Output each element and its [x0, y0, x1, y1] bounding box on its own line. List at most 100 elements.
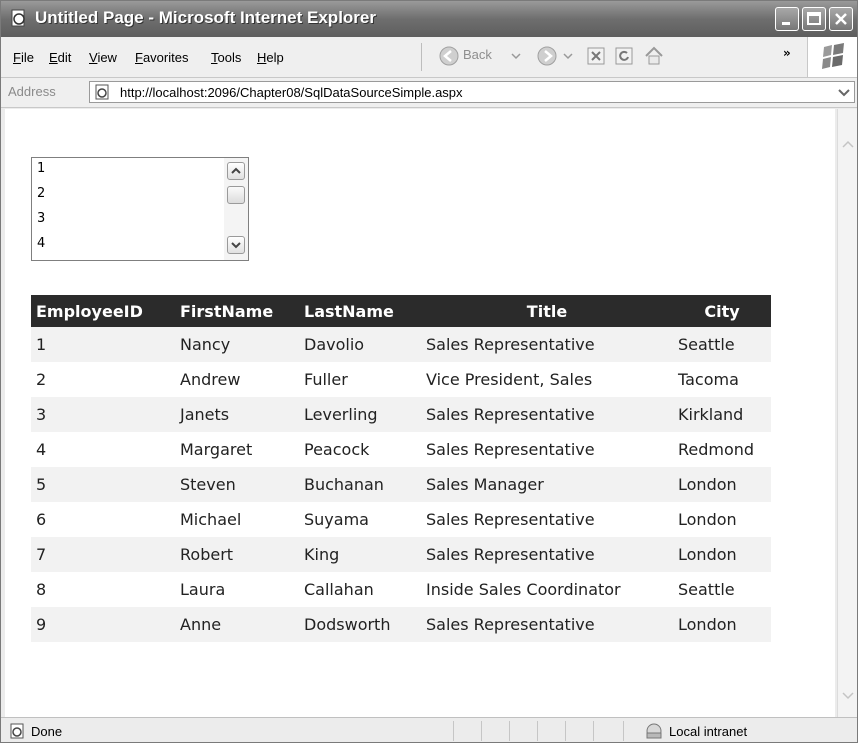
close-button[interactable] [829, 7, 853, 31]
cell-firstname: Janets [175, 397, 299, 432]
cell-employeeid: 7 [31, 537, 175, 572]
back-dropdown-icon[interactable] [511, 51, 521, 61]
cell-firstname: Andrew [175, 362, 299, 397]
cell-lastname: Buchanan [299, 467, 421, 502]
column-header-firstname: FirstName [175, 295, 299, 327]
menu-favorites[interactable]: Favorites [135, 50, 188, 65]
menu-file[interactable]: File [13, 50, 34, 65]
windows-logo [807, 37, 857, 77]
maximize-button[interactable] [802, 7, 826, 31]
security-zone-label: Local intranet [669, 724, 748, 739]
back-button[interactable]: Back [463, 47, 492, 62]
cell-title: Sales Representative [421, 397, 673, 432]
title-bar[interactable]: Untitled Page - Microsoft Internet Explo… [1, 1, 857, 37]
home-icon[interactable] [643, 45, 665, 67]
scroll-up-icon[interactable] [841, 139, 855, 149]
table-row: 1 Nancy Davolio Sales Representative Sea… [31, 327, 771, 362]
menu-bar: File Edit View Favorites Tools Help Back [1, 37, 857, 78]
minimize-button[interactable] [775, 7, 799, 31]
cell-city: London [673, 607, 771, 642]
cell-city: London [673, 537, 771, 572]
stop-icon[interactable] [587, 47, 605, 65]
address-bar: Address http://localhost:2096/Chapter08/… [1, 78, 857, 108]
cell-city: Redmond [673, 432, 771, 467]
cell-employeeid: 8 [31, 572, 175, 607]
column-header-lastname: LastName [299, 295, 421, 327]
status-divider [593, 721, 594, 741]
status-divider [537, 721, 538, 741]
address-dropdown-icon[interactable] [836, 84, 852, 100]
cell-firstname: Steven [175, 467, 299, 502]
table-row: 5 Steven Buchanan Sales Manager London [31, 467, 771, 502]
cell-lastname: Callahan [299, 572, 421, 607]
menu-edit[interactable]: Edit [49, 50, 71, 65]
page-icon [95, 84, 109, 100]
cell-lastname: Dodsworth [299, 607, 421, 642]
intranet-zone-icon [646, 723, 662, 739]
status-divider [509, 721, 510, 741]
column-header-title: Title [421, 295, 673, 327]
table-row: 9 Anne Dodsworth Sales Representative Lo… [31, 607, 771, 642]
address-label: Address [8, 84, 56, 99]
scroll-down-icon[interactable] [841, 691, 855, 701]
forward-dropdown-icon[interactable] [563, 51, 573, 61]
table-row: 3 Janets Leverling Sales Representative … [31, 397, 771, 432]
status-bar: Done Local intranet [1, 717, 857, 742]
listbox-option[interactable]: 2 [37, 186, 45, 201]
cell-city: London [673, 502, 771, 537]
cell-title: Inside Sales Coordinator [421, 572, 673, 607]
refresh-icon[interactable] [615, 47, 633, 65]
cell-title: Sales Representative [421, 607, 673, 642]
cell-lastname: Davolio [299, 327, 421, 362]
cell-city: London [673, 467, 771, 502]
cell-city: Tacoma [673, 362, 771, 397]
page-content: 1 2 3 4 EmployeeID FirstName LastName Ti… [5, 109, 835, 717]
cell-city: Seattle [673, 572, 771, 607]
column-header-city: City [673, 295, 771, 327]
listbox-option[interactable]: 1 [37, 161, 45, 176]
menu-view[interactable]: View [89, 50, 117, 65]
cell-employeeid: 4 [31, 432, 175, 467]
cell-title: Sales Representative [421, 327, 673, 362]
cell-lastname: Suyama [299, 502, 421, 537]
forward-arrow-icon[interactable] [537, 46, 557, 66]
cell-firstname: Robert [175, 537, 299, 572]
cell-title: Sales Representative [421, 432, 673, 467]
chevron-down-icon [231, 242, 241, 249]
close-icon [835, 13, 847, 25]
cell-employeeid: 9 [31, 607, 175, 642]
menu-help[interactable]: Help [257, 50, 284, 65]
listbox-scroll-thumb[interactable] [227, 186, 245, 204]
employee-id-listbox[interactable]: 1 2 3 4 [31, 157, 249, 261]
cell-lastname: Leverling [299, 397, 421, 432]
status-divider [565, 721, 566, 741]
cell-firstname: Nancy [175, 327, 299, 362]
listbox-option[interactable]: 4 [37, 236, 45, 251]
address-input[interactable]: http://localhost:2096/Chapter08/SqlDataS… [89, 81, 855, 103]
table-row: 6 Michael Suyama Sales Representative Lo… [31, 502, 771, 537]
cell-firstname: Anne [175, 607, 299, 642]
listbox-scrollbar[interactable] [224, 158, 248, 260]
toolbar-more-chevron[interactable]: » [783, 46, 791, 60]
listbox-option[interactable]: 3 [37, 211, 45, 226]
listbox-scroll-down[interactable] [227, 236, 245, 254]
status-text: Done [31, 724, 63, 739]
page-scrollbar[interactable] [837, 109, 857, 717]
status-divider [453, 721, 454, 741]
address-url: http://localhost:2096/Chapter08/SqlDataS… [120, 85, 463, 100]
cell-employeeid: 2 [31, 362, 175, 397]
menu-tools[interactable]: Tools [211, 50, 241, 65]
back-arrow-icon[interactable] [439, 46, 459, 66]
cell-firstname: Laura [175, 572, 299, 607]
status-divider [481, 721, 482, 741]
cell-city: Kirkland [673, 397, 771, 432]
cell-employeeid: 1 [31, 327, 175, 362]
table-row: 8 Laura Callahan Inside Sales Coordinato… [31, 572, 771, 607]
listbox-scroll-up[interactable] [227, 162, 245, 180]
cell-firstname: Margaret [175, 432, 299, 467]
cell-title: Sales Representative [421, 537, 673, 572]
table-row: 7 Robert King Sales Representative Londo… [31, 537, 771, 572]
cell-employeeid: 5 [31, 467, 175, 502]
employee-grid: EmployeeID FirstName LastName Title City… [31, 295, 771, 642]
chevron-up-icon [231, 167, 241, 174]
